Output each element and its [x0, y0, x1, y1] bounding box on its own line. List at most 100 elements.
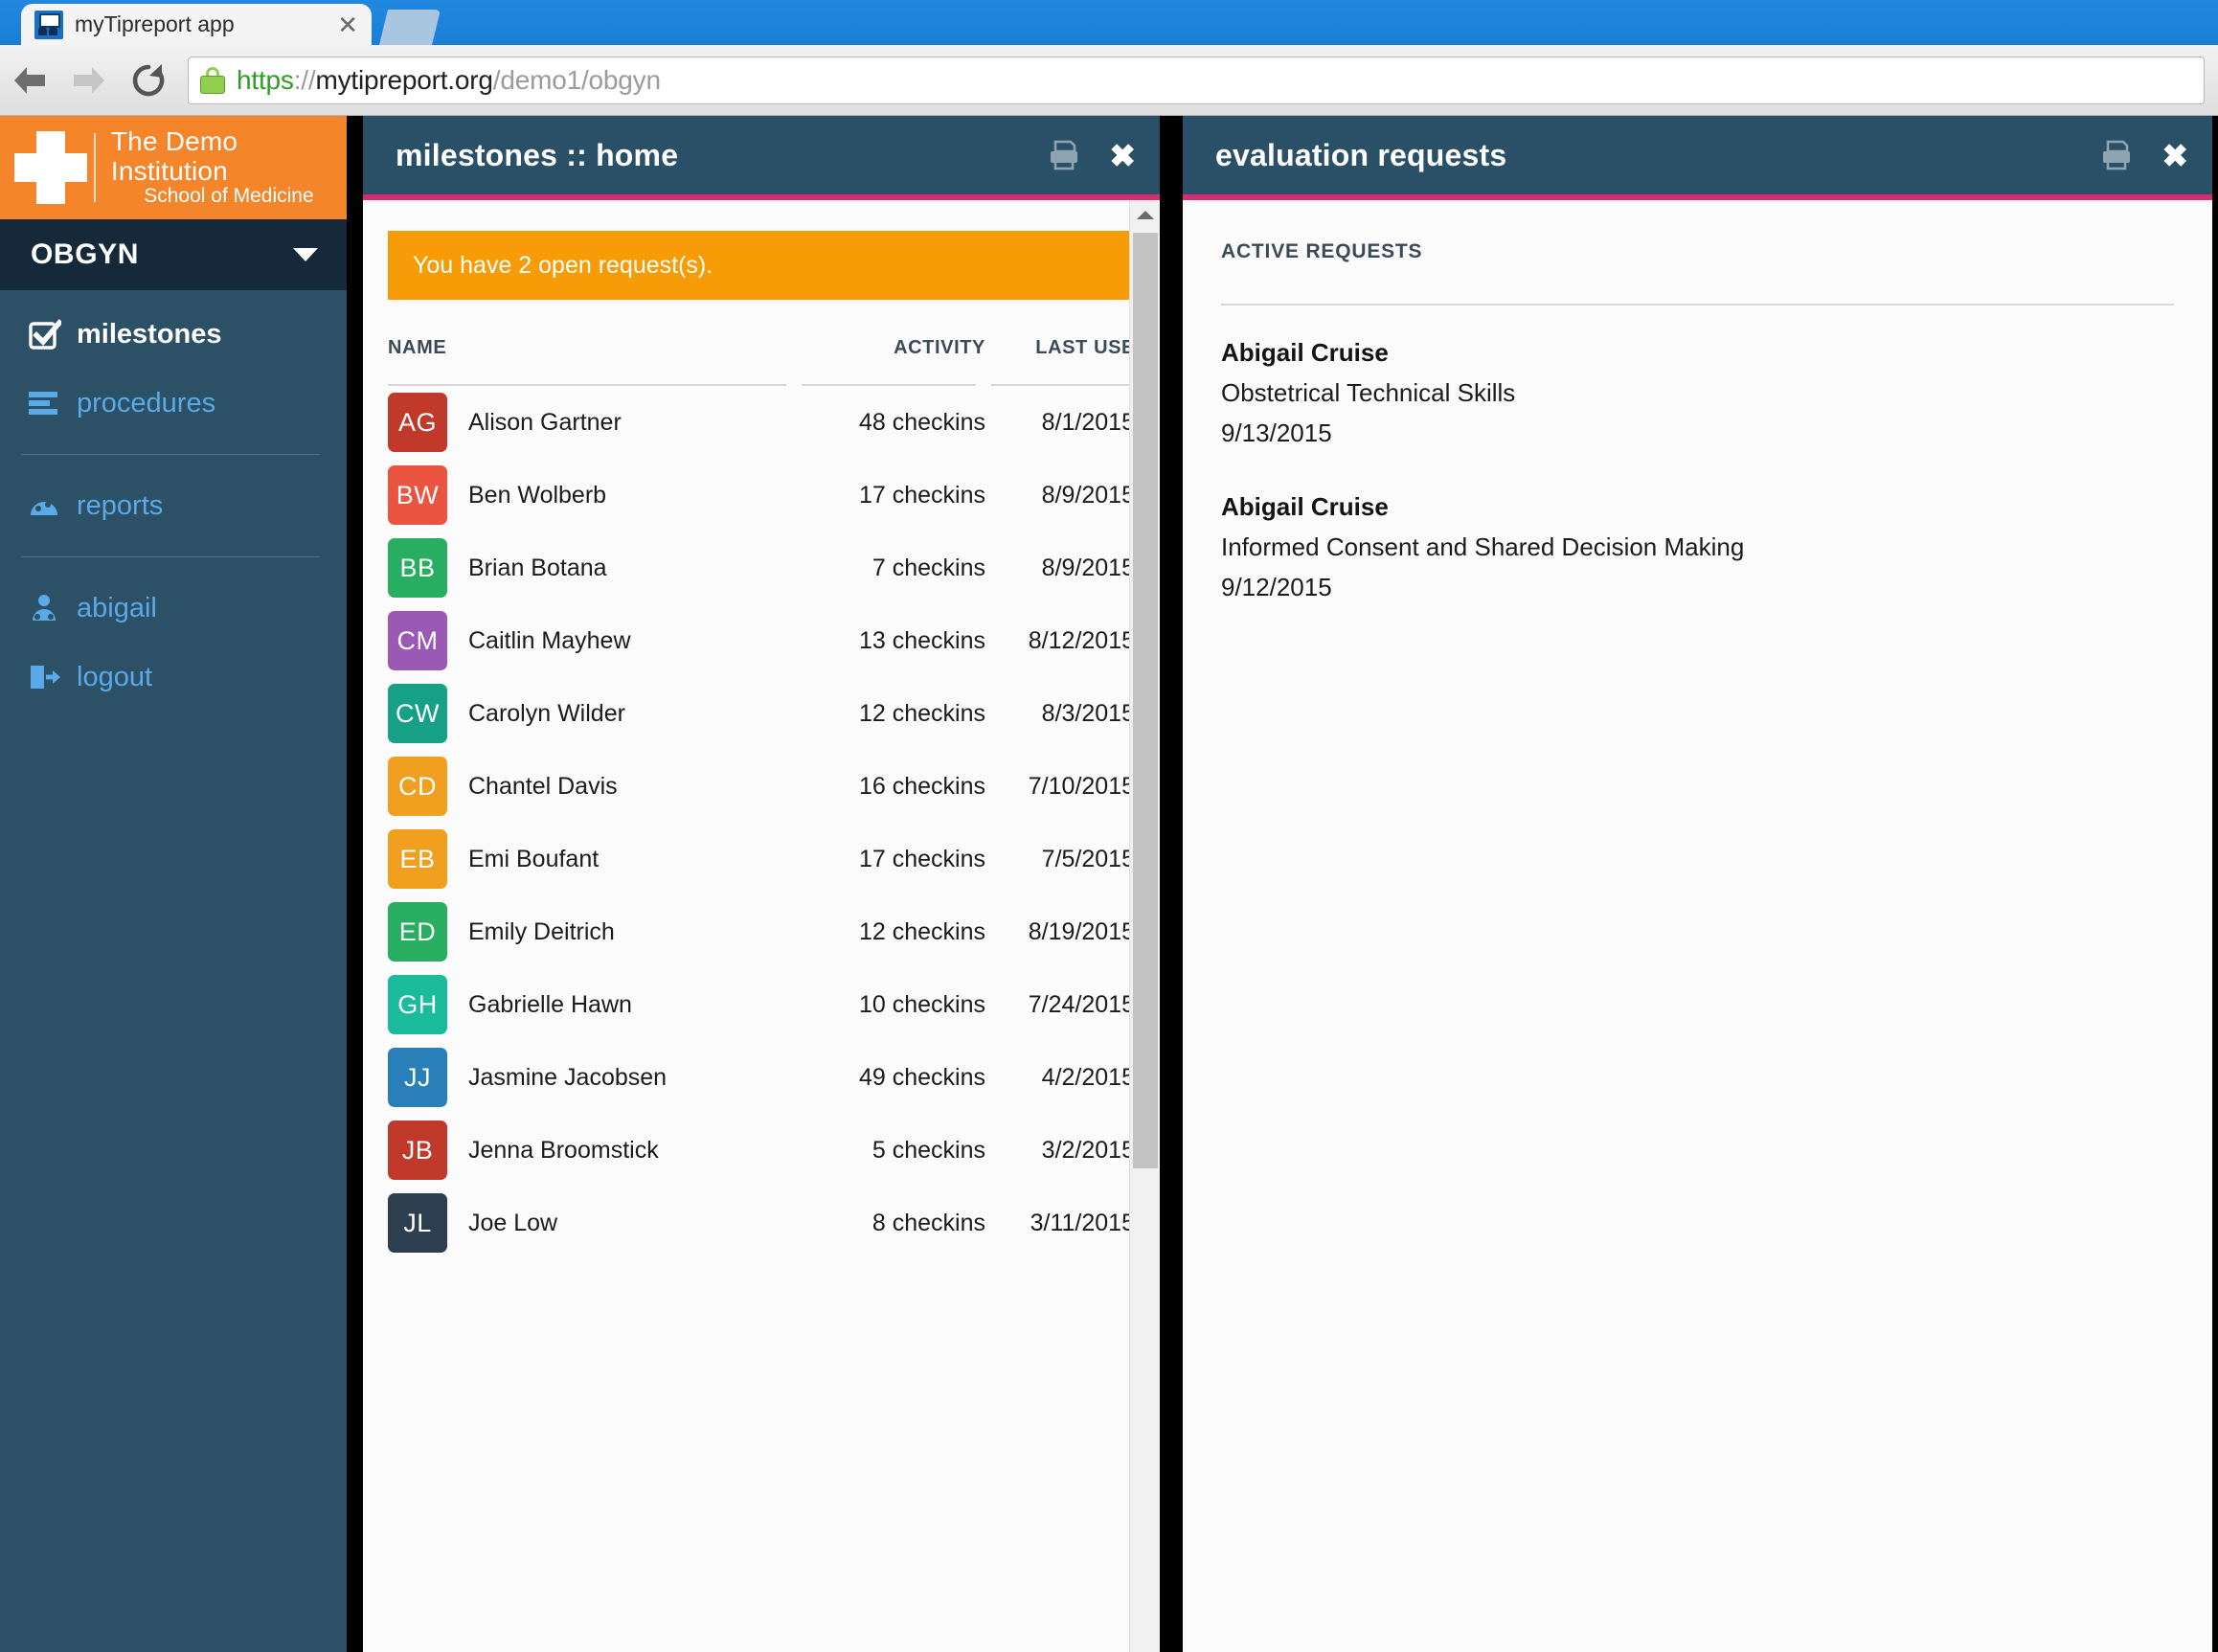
request-item[interactable]: Abigail Cruise Informed Consent and Share…	[1221, 492, 2174, 602]
brand-text: The Demo Institution School of Medicine	[111, 127, 347, 207]
row-name: Chantel Davis	[468, 772, 618, 800]
user-doctor-icon	[29, 594, 71, 622]
column-header-last-use: LAST USE	[1035, 337, 1135, 358]
row-name: Jasmine Jacobsen	[468, 1063, 668, 1091]
sign-out-icon	[29, 663, 71, 691]
row-activity: 12 checkins	[858, 917, 985, 945]
avatar: BW	[388, 465, 447, 525]
request-item[interactable]: Abigail Cruise Obstetrical Technical Skil…	[1221, 338, 2174, 448]
header-rule-name	[388, 384, 786, 386]
department-label: OBGYN	[31, 238, 140, 270]
table-row[interactable]: BW Ben Wolberb 17 checkins 8/9/2015	[388, 459, 1135, 532]
page-root: The Demo Institution School of Medicine …	[0, 116, 2218, 1652]
sidebar-item-reports[interactable]: reports	[0, 471, 347, 540]
milestones-panel-actions: ✖	[1048, 140, 1136, 171]
sidebar-label-logout: logout	[77, 661, 153, 692]
row-activity: 8 checkins	[871, 1209, 985, 1236]
row-name: Joe Low	[468, 1209, 558, 1236]
brand-header: The Demo Institution School of Medicine	[0, 116, 347, 219]
milestones-panel-body: You have 2 open request(s). NAME ACTIVIT…	[363, 200, 1160, 1652]
milestones-panel-header: milestones :: home ✖	[363, 116, 1160, 194]
close-icon[interactable]: ✖	[2161, 140, 2188, 171]
table-row[interactable]: AG Alison Gartner 48 checkins 8/1/2015	[388, 386, 1135, 459]
requests-panel-actions: ✖	[2100, 140, 2188, 171]
table-row[interactable]: EB Emi Boufant 17 checkins 7/5/2015	[388, 823, 1135, 895]
avatar: ED	[388, 902, 447, 962]
table-row[interactable]: BB Brian Botana 7 checkins 8/9/2015	[388, 532, 1135, 604]
row-last-use: 8/9/2015	[1041, 554, 1135, 581]
row-last-use: 7/5/2015	[1041, 845, 1135, 872]
row-activity: 5 checkins	[871, 1136, 985, 1164]
print-icon[interactable]	[1048, 140, 1080, 170]
table-row[interactable]: JJ Jasmine Jacobsen 49 checkins 4/2/2015	[388, 1041, 1135, 1114]
table-row[interactable]: JB Jenna Broomstick 5 checkins 3/2/2015	[388, 1114, 1135, 1187]
new-tab-button[interactable]	[379, 10, 441, 45]
brand-divider	[94, 133, 96, 202]
browser-tab[interactable]: myTipreport app ✕	[21, 4, 372, 45]
institution-name: The Demo Institution	[110, 126, 238, 186]
table-row[interactable]: CD Chantel Davis 16 checkins 7/10/2015	[388, 750, 1135, 823]
avatar: BB	[388, 538, 447, 598]
sidebar-label-milestones: milestones	[77, 318, 222, 350]
table-header-rules	[388, 384, 1135, 386]
avatar: CD	[388, 757, 447, 816]
row-activity: 17 checkins	[858, 845, 985, 872]
institution-subtitle: School of Medicine	[144, 184, 314, 207]
reload-button[interactable]	[119, 45, 178, 116]
address-bar[interactable]: https://mytipreport.org/demo1/obgyn	[188, 56, 2205, 104]
row-name: Alison Gartner	[468, 408, 622, 436]
chevron-down-icon[interactable]	[293, 248, 318, 261]
url-separator: ://	[293, 64, 316, 95]
row-last-use: 3/11/2015	[1030, 1209, 1135, 1236]
column-header-name: NAME	[388, 337, 447, 358]
row-last-use: 8/12/2015	[1028, 626, 1135, 654]
mytipreport-favicon-icon	[34, 10, 63, 39]
table-row[interactable]: JL Joe Low 8 checkins 3/11/2015	[388, 1187, 1135, 1259]
row-name: Jenna Broomstick	[468, 1136, 659, 1164]
open-requests-alert[interactable]: You have 2 open request(s).	[388, 231, 1135, 300]
request-name: Abigail Cruise	[1221, 338, 1389, 367]
print-icon[interactable]	[2100, 140, 2133, 170]
sidebar-item-logout[interactable]: logout	[0, 643, 347, 712]
table-row[interactable]: GH Gabrielle Hawn 10 checkins 7/24/2015	[388, 968, 1135, 1041]
row-name: Ben Wolberb	[468, 481, 607, 509]
close-icon[interactable]: ✖	[1109, 140, 1136, 171]
url-scheme: https	[237, 64, 294, 95]
request-date: 9/13/2015	[1221, 419, 1332, 447]
table-row[interactable]: CW Carolyn Wilder 12 checkins 8/3/2015	[388, 677, 1135, 750]
row-last-use: 8/3/2015	[1041, 699, 1135, 727]
tab-close-icon[interactable]: ✕	[337, 12, 358, 37]
department-selector[interactable]: OBGYN	[0, 219, 347, 290]
dashboard-gauge-icon	[29, 492, 71, 519]
avatar: JL	[388, 1193, 447, 1253]
sidebar-label-reports: reports	[77, 489, 164, 521]
sidebar-item-procedures[interactable]: procedures	[0, 369, 347, 438]
header-rule-last-use	[991, 384, 1135, 386]
row-name: Emily Deitrich	[468, 917, 615, 945]
row-activity: 7 checkins	[871, 554, 985, 581]
row-name: Caitlin Mayhew	[468, 626, 631, 654]
browser-chrome: myTipreport app ✕ https://mytipreport.or…	[0, 0, 2218, 116]
row-activity: 10 checkins	[858, 990, 985, 1018]
milestones-scrollbar[interactable]	[1129, 200, 1160, 1652]
reload-icon	[132, 63, 165, 96]
row-activity: 12 checkins	[858, 699, 985, 727]
forward-button[interactable]	[59, 45, 119, 116]
avatar: CW	[388, 684, 447, 743]
sidebar-nav: milestones procedures reports abigail lo…	[0, 290, 347, 712]
milestones-panel-title: milestones :: home	[396, 137, 679, 172]
url-path: /demo1/obgyn	[492, 64, 661, 95]
sidebar-item-milestones[interactable]: milestones	[0, 300, 347, 369]
table-body: AG Alison Gartner 48 checkins 8/1/2015 BW Ben…	[388, 386, 1135, 1259]
sidebar-item-abigail[interactable]: abigail	[0, 574, 347, 643]
table-row[interactable]: CM Caitlin Mayhew 13 checkins 8/12/2015	[388, 604, 1135, 677]
row-last-use: 7/24/2015	[1028, 990, 1135, 1018]
sidebar: The Demo Institution School of Medicine …	[0, 116, 347, 1652]
sidebar-divider-1	[21, 454, 320, 455]
table-row[interactable]: ED Emily Deitrich 12 checkins 8/19/2015	[388, 895, 1135, 968]
scrollbar-up-button[interactable]	[1130, 200, 1160, 229]
back-button[interactable]	[0, 45, 59, 116]
requests-divider	[1221, 304, 2174, 306]
scrollbar-thumb[interactable]	[1133, 233, 1158, 1168]
column-header-activity: ACTIVITY	[894, 337, 985, 358]
